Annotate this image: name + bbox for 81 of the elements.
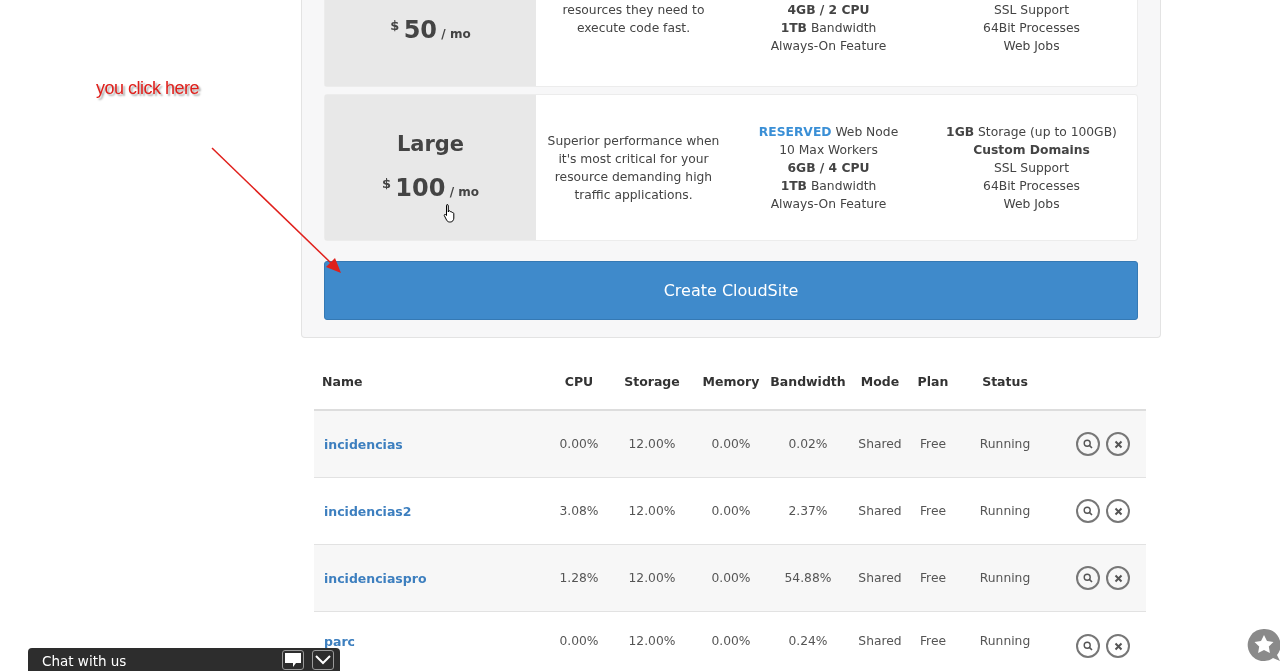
hand-cursor-icon [443,203,457,223]
plan-text: 6GB / 4 CPU [787,159,870,177]
table-cell: 0.00% [711,634,751,648]
column-header: Memory [702,374,760,389]
column-header: Bandwidth [770,374,846,389]
table-cell: 12.00% [628,437,676,451]
table-cell: 12.00% [628,504,676,518]
plan-text: Always-On Feature [770,195,887,213]
plan-text: 1TB Bandwidth [780,177,877,195]
column-header: Status [982,374,1028,389]
chat-label: Chat with us [42,651,127,669]
table-cell: 0.24% [788,634,828,648]
plan-name: Large [396,130,465,158]
table-cell: 0.00% [711,504,751,518]
plan-text: 10 Max Workers [779,141,878,159]
close-icon[interactable] [1106,432,1130,456]
table-cell: Free [919,504,947,518]
chevron-down-icon[interactable] [312,649,334,670]
column-header: Plan [917,374,949,389]
plan-text: Custom Domains [973,141,1090,159]
site-link[interactable]: incidenciaspro [324,570,427,586]
search-icon[interactable] [1076,566,1100,590]
table-cell: 1.28% [559,571,599,585]
plan-text: execute code fast. [576,20,691,37]
chat-bar[interactable]: Chat with us [28,648,340,671]
plan-text: 64Bit Processes [983,177,1080,195]
message-icon[interactable] [282,649,304,670]
plan-price: $^{$}$ 100 / mo [382,172,479,204]
table-cell: Shared [858,504,902,518]
plan-text: traffic applications. [574,186,693,204]
plan-text: SSL Support [994,159,1069,177]
table-cell: 0.00% [711,437,751,451]
close-icon[interactable] [1106,566,1130,590]
plan-text: it's most critical for your [558,150,709,168]
site-link[interactable]: incidencias [324,436,403,452]
annotation-text: you click here [96,78,200,99]
star-chat-bubble-icon[interactable] [1247,628,1280,662]
site-link[interactable]: incidencias2 [324,503,412,519]
search-icon[interactable] [1076,432,1100,456]
table-cell: Running [979,634,1031,648]
column-header: Name [322,374,363,389]
plan-text: Always-On Feature [770,38,887,55]
table-cell: Shared [858,634,902,648]
table-cell: Running [979,571,1031,585]
table-cell: Running [979,437,1031,451]
plan-text: resources they need to [562,2,705,19]
column-header: Storage [624,374,680,389]
plan-text: SSL Support [994,2,1069,19]
table-cell: Running [979,504,1031,518]
table-cell: Free [919,571,947,585]
plan-text: 1TB Bandwidth [780,20,877,37]
close-icon[interactable] [1106,634,1130,658]
plan-text: 4GB / 2 CPU [787,2,870,19]
table-cell: 3.08% [559,504,599,518]
table-cell: 54.88% [784,571,832,585]
table-cell: 12.00% [628,571,676,585]
table-cell: 0.00% [711,571,751,585]
table-cell: Shared [858,437,902,451]
search-icon[interactable] [1076,499,1100,523]
close-icon[interactable] [1106,499,1130,523]
table-cell: 0.02% [788,437,828,451]
search-icon[interactable] [1076,634,1100,658]
plan-price: $^{$}$ 50 / mo [390,15,471,46]
plan-text: Web Jobs [1003,195,1060,213]
table-cell: Shared [858,571,902,585]
plan-text: Web Jobs [1003,38,1060,55]
table-cell: Free [919,634,947,648]
plan-text: RESERVED Web Node [758,123,899,141]
column-header: CPU [564,374,594,389]
table-cell: Free [919,437,947,451]
column-header: Mode [860,374,900,389]
table-cell: 2.37% [788,504,828,518]
site-link[interactable]: parc [324,634,355,649]
table-cell: 0.00% [559,437,599,451]
table-cell: 12.00% [628,634,676,648]
plan-text: resource demanding high [554,168,713,186]
plan-text: 64Bit Processes [983,20,1080,37]
plan-text: Superior performance when [547,132,720,150]
plan-text: 1GB Storage (up to 100GB) [946,123,1117,141]
table-cell: 0.00% [559,634,599,648]
create-cloudsite-button[interactable]: Create CloudSite [324,261,1138,320]
